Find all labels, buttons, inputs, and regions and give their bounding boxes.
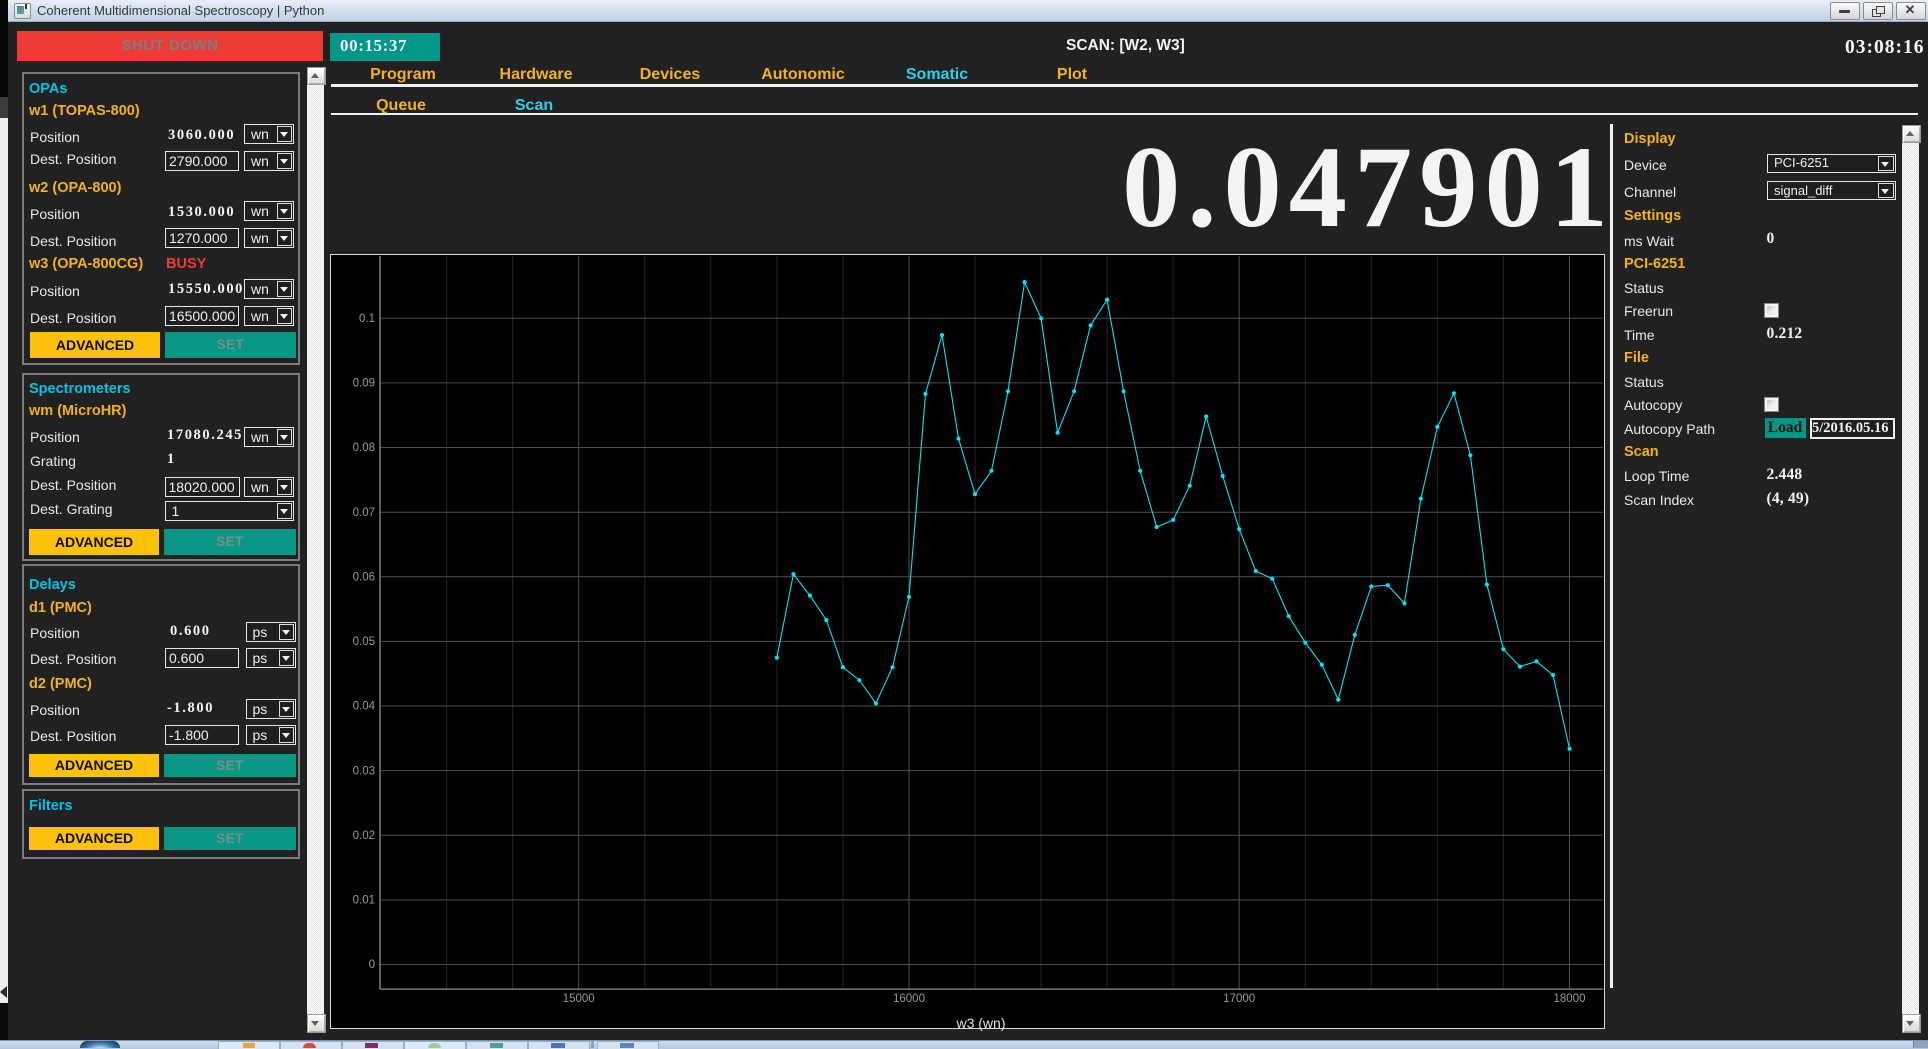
svg-text:0.08: 0.08 <box>353 442 375 454</box>
svg-text:0.01: 0.01 <box>353 894 375 906</box>
svg-text:0.03: 0.03 <box>353 765 375 777</box>
svg-text:17000: 17000 <box>1223 993 1255 1005</box>
svg-text:0.06: 0.06 <box>353 571 375 583</box>
svg-text:0.02: 0.02 <box>353 830 375 842</box>
svg-text:15000: 15000 <box>563 993 595 1005</box>
svg-text:0.09: 0.09 <box>353 377 375 389</box>
svg-text:0.07: 0.07 <box>353 506 375 518</box>
svg-text:w3 (wn): w3 (wn) <box>955 1015 1005 1031</box>
svg-text:0.1: 0.1 <box>359 313 375 325</box>
svg-text:0: 0 <box>369 959 375 971</box>
svg-text:16000: 16000 <box>893 993 925 1005</box>
svg-text:0.05: 0.05 <box>353 636 375 648</box>
svg-text:0.04: 0.04 <box>353 700 376 712</box>
svg-text:18000: 18000 <box>1554 993 1586 1005</box>
